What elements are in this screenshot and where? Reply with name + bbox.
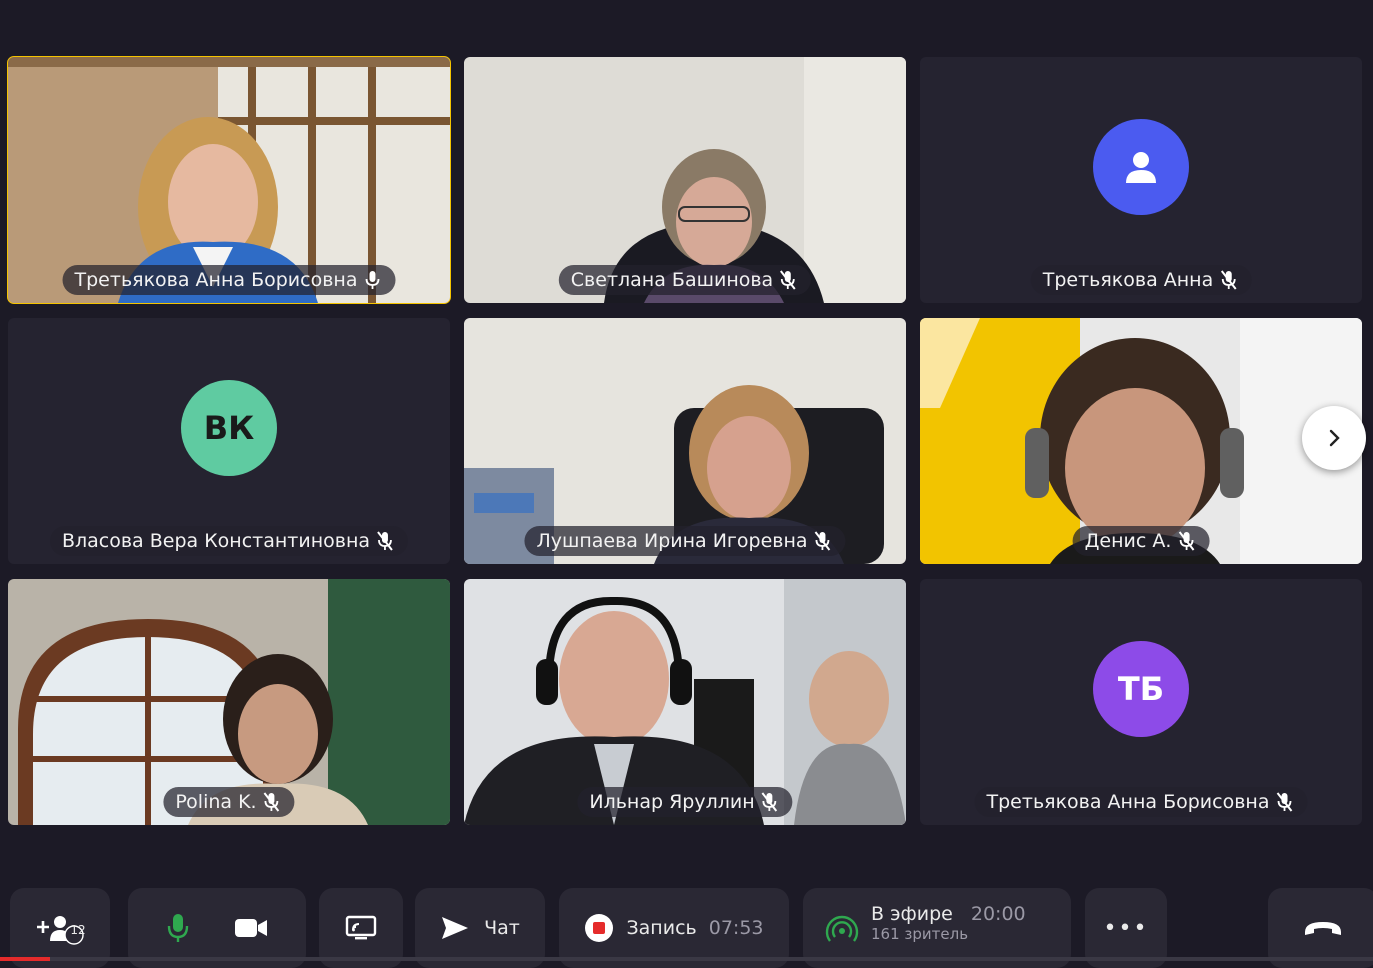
screen-share-icon — [345, 915, 377, 940]
participant-name: Денис А. — [1084, 530, 1172, 552]
live-label: В эфире — [871, 902, 953, 925]
record-label: Запись — [626, 917, 697, 939]
microphone-muted-icon — [1178, 531, 1195, 551]
participant-name: Третьякова Анна Борисовна — [986, 791, 1270, 813]
chat-button[interactable]: Чат — [415, 888, 545, 968]
microphone-muted-icon — [780, 270, 797, 290]
participant-name-pill: Светлана Башинова — [558, 265, 812, 295]
avatar-initials: ТБ — [1117, 670, 1165, 708]
stream-progress-bar[interactable] — [0, 957, 1373, 961]
screen-share-button[interactable] — [319, 888, 403, 968]
participant-name: Третьякова Анна Борисовна — [74, 269, 358, 291]
participant-name-pill: Третьякова Анна Борисовна — [62, 265, 396, 295]
participant-name: Ильнар Яруллин — [589, 791, 755, 813]
participant-name-pill: Третьякова Анна Борисовна — [974, 787, 1308, 817]
avatar-initials: ВК — [203, 409, 255, 447]
participant-avatar: ВК — [181, 380, 277, 476]
video-tile-9[interactable]: ТБ Третьякова Анна Борисовна — [920, 579, 1362, 825]
participant-name-pill: Власова Вера Константиновна — [49, 526, 409, 556]
participant-name-pill: Лушпаева Ирина Игоревна — [524, 526, 846, 556]
microphone-muted-icon — [1220, 270, 1237, 290]
video-tile-4[interactable]: ВК Власова Вера Константиновна — [8, 318, 450, 564]
microphone-muted-icon — [1276, 792, 1293, 812]
participant-name-pill: Polina K. — [163, 787, 295, 817]
participant-name-pill: Денис А. — [1072, 526, 1210, 556]
send-arrow-icon — [442, 917, 469, 939]
record-timer: 07:53 — [708, 917, 764, 939]
add-participant-button[interactable]: 12 — [10, 888, 110, 968]
microphone-toggle-button[interactable] — [166, 912, 190, 944]
video-tile-8[interactable]: Ильнар Яруллин — [464, 579, 906, 825]
user-icon — [1126, 152, 1156, 183]
more-icon: ••• — [1103, 915, 1149, 941]
microphone-muted-icon — [761, 792, 778, 812]
participants-count-badge: 12 — [70, 923, 86, 937]
video-tile-2[interactable]: Светлана Башинова — [464, 57, 906, 303]
microphone-icon — [167, 914, 189, 942]
participant-avatar: ТБ — [1093, 641, 1189, 737]
live-stream-button[interactable]: В эфире 20:00 161 зритель — [803, 888, 1071, 968]
chevron-right-icon — [1329, 429, 1340, 447]
participant-name-pill: Третьякова Анна — [1030, 265, 1252, 295]
video-tile-1[interactable]: Третьякова Анна Борисовна — [7, 56, 451, 304]
end-call-button[interactable] — [1268, 888, 1373, 968]
participant-name-pill: Ильнар Яруллин — [577, 787, 793, 817]
more-options-button[interactable]: ••• — [1085, 888, 1167, 968]
camera-toggle-button[interactable] — [234, 916, 268, 940]
video-tile-5[interactable]: Лушпаева Ирина Игоревна — [464, 318, 906, 564]
record-icon — [585, 914, 614, 942]
viewers-count: 161 зритель — [871, 925, 969, 944]
broadcast-icon — [825, 915, 859, 942]
hang-up-icon — [1305, 922, 1341, 935]
live-timer: 20:00 — [970, 902, 1026, 925]
microphone-on-icon — [365, 271, 380, 289]
record-button[interactable]: Запись 07:53 — [559, 888, 789, 968]
microphone-muted-icon — [263, 792, 280, 812]
video-tile-3[interactable]: Третьякова Анна — [920, 57, 1362, 303]
microphone-muted-icon — [814, 531, 831, 551]
chat-label: Чат — [484, 917, 520, 939]
participant-name: Власова Вера Константиновна — [61, 530, 371, 552]
participant-name: Светлана Башинова — [570, 269, 774, 291]
media-controls — [128, 888, 306, 968]
microphone-muted-icon — [377, 531, 393, 551]
participant-name: Polina K. — [175, 791, 257, 813]
video-tile-7[interactable]: Polina K. — [8, 579, 450, 825]
participant-name: Лушпаева Ирина Игоревна — [536, 530, 808, 552]
stream-progress-fill — [0, 957, 50, 961]
participant-name: Третьякова Анна — [1042, 269, 1214, 291]
participant-avatar — [1093, 119, 1189, 215]
camera-icon — [235, 919, 267, 937]
next-page-button[interactable] — [1302, 406, 1366, 470]
video-tile-6[interactable]: Денис А. — [920, 318, 1362, 564]
